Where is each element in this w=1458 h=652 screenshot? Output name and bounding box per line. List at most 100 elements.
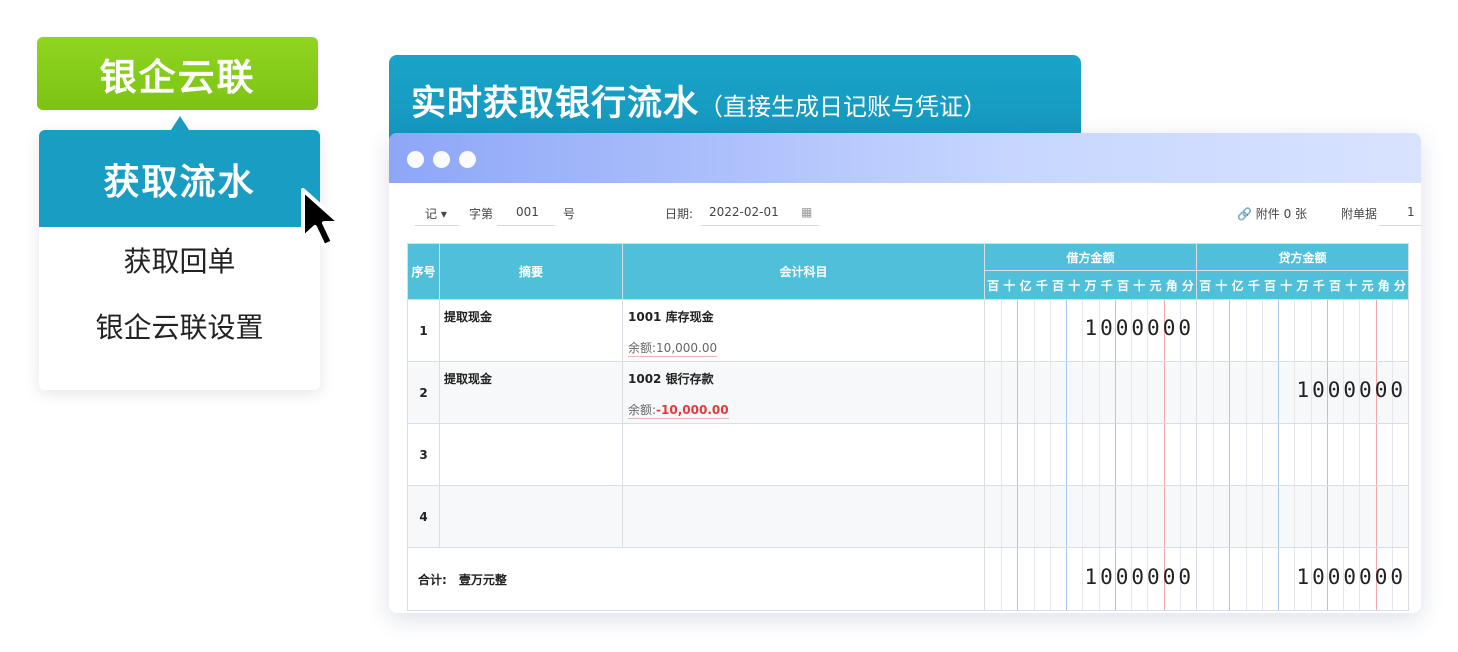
account-cell[interactable]: 1001 库存现金 余额:10,000.00	[622, 299, 985, 362]
link-icon: 🔗	[1237, 207, 1252, 221]
digit-divider	[1082, 548, 1084, 610]
table-row: 4	[407, 485, 1409, 548]
digit-unit-label: 亿	[1019, 278, 1032, 293]
summary-cell[interactable]	[439, 423, 623, 486]
credit-cell[interactable]	[1196, 423, 1409, 486]
date-label: 日期:	[665, 207, 694, 221]
balance-label: 余额:	[628, 341, 657, 355]
voucher-type-select[interactable]: 记 ▾	[425, 205, 447, 222]
digit-unit-label: 十	[1215, 278, 1228, 293]
underline	[415, 225, 459, 226]
chevron-down-icon: ▾	[440, 207, 447, 221]
total-credit-cell[interactable]: 1000000	[1196, 547, 1409, 611]
digit-divider	[1375, 486, 1377, 547]
credit-amount: 1000000	[1296, 378, 1406, 402]
debit-cell[interactable]	[984, 423, 1197, 486]
digit-divider	[1326, 486, 1328, 547]
digit-divider	[1017, 486, 1019, 547]
digit-unit-label: 百	[1264, 278, 1277, 293]
window-dot-icon	[433, 151, 450, 168]
digit-divider	[1131, 424, 1133, 485]
digit-unit-label: 十	[1133, 278, 1146, 293]
digit-divider	[1049, 486, 1051, 547]
digit-divider	[1294, 300, 1296, 361]
digit-divider	[1245, 300, 1247, 361]
total-debit-cell[interactable]: 1000000	[984, 547, 1197, 611]
amount-grid	[985, 362, 1196, 423]
date-input[interactable]: 2022-02-01	[709, 205, 779, 219]
digit-divider	[1278, 486, 1280, 547]
calendar-icon[interactable]: ▦	[801, 205, 812, 219]
digit-divider	[1326, 300, 1328, 361]
yinqi-yunlian-badge[interactable]: 银企云联	[37, 37, 318, 110]
digit-divider	[1017, 362, 1019, 423]
doc-count-input[interactable]: 1	[1407, 205, 1415, 219]
account-name: 1001 库存现金	[628, 310, 714, 324]
table-row: 1 提取现金 1001 库存现金 余额:10,000.00 1000000	[407, 299, 1409, 362]
menu-item-settings[interactable]: 银企云联设置	[39, 293, 320, 359]
digit-divider	[1213, 424, 1215, 485]
digit-divider	[1213, 548, 1215, 610]
menu-item-get-statements[interactable]: 获取流水	[39, 130, 320, 227]
row-seq: 4	[407, 485, 440, 548]
digit-divider	[1017, 424, 1019, 485]
digit-divider	[1082, 362, 1084, 423]
debit-cell[interactable]	[984, 485, 1197, 548]
digit-unit-label: 千	[1100, 278, 1113, 293]
credit-cell[interactable]: 1000000	[1196, 361, 1409, 424]
debit-cell[interactable]: 1000000	[984, 299, 1197, 362]
digit-divider	[1163, 362, 1165, 423]
digit-divider	[1359, 486, 1361, 547]
digit-unit-label: 百	[1116, 278, 1129, 293]
digit-divider	[1163, 486, 1165, 547]
digit-divider	[1049, 424, 1051, 485]
digit-divider	[1391, 486, 1393, 547]
digit-divider	[1082, 424, 1084, 485]
digit-unit-label: 分	[1181, 278, 1194, 293]
voucher-table: 序号 摘要 会计科目 借方金额 贷方金额 百十亿千百十万千百十元角分 百十亿千百…	[407, 243, 1409, 611]
digit-divider	[1261, 362, 1263, 423]
amount-grid: 1000000	[1197, 548, 1408, 610]
credit-cell[interactable]	[1196, 485, 1409, 548]
debit-cell[interactable]	[984, 361, 1197, 424]
digit-divider	[1343, 424, 1345, 485]
digit-divider	[1278, 548, 1280, 610]
digit-divider	[1343, 300, 1345, 361]
voucher-number-input[interactable]: 001	[516, 205, 539, 219]
account-cell[interactable]	[622, 485, 985, 548]
account-cell[interactable]	[622, 423, 985, 486]
digit-unit-label: 十	[1003, 278, 1016, 293]
header-credit: 贷方金额	[1196, 243, 1409, 271]
digit-divider	[1001, 548, 1003, 610]
amount-grid	[1197, 486, 1408, 547]
digit-divider	[1049, 362, 1051, 423]
digit-unit-label: 万	[1084, 278, 1097, 293]
attachment-link[interactable]: 🔗 附件 0 张	[1237, 205, 1307, 222]
summary-cell[interactable]	[439, 485, 623, 548]
digit-divider	[1261, 486, 1263, 547]
window-dot-icon	[459, 151, 476, 168]
amount-grid: 1000000	[985, 300, 1196, 361]
table-row: 3	[407, 423, 1409, 486]
digit-unit-label: 百	[987, 278, 1000, 293]
digit-divider	[1213, 486, 1215, 547]
digit-divider	[1066, 362, 1068, 423]
digit-divider	[1375, 300, 1377, 361]
digit-divider	[1147, 424, 1149, 485]
digit-divider	[1131, 486, 1133, 547]
summary-cell[interactable]: 提取现金	[439, 361, 623, 424]
mouse-cursor-icon	[301, 188, 342, 248]
digit-divider	[1017, 300, 1019, 361]
digit-unit-label: 元	[1361, 278, 1374, 293]
summary-cell[interactable]: 提取现金	[439, 299, 623, 362]
digit-unit-label: 元	[1149, 278, 1162, 293]
digit-divider	[1229, 300, 1231, 361]
digit-unit-label: 角	[1165, 278, 1178, 293]
credit-cell[interactable]	[1196, 299, 1409, 362]
underline	[1379, 225, 1421, 226]
digit-divider	[1033, 548, 1035, 610]
digit-divider	[1098, 362, 1100, 423]
account-cell[interactable]: 1002 银行存款 余额:-10,000.00	[622, 361, 985, 424]
digit-unit-label: 分	[1393, 278, 1406, 293]
menu-item-get-receipts[interactable]: 获取回单	[39, 227, 320, 293]
